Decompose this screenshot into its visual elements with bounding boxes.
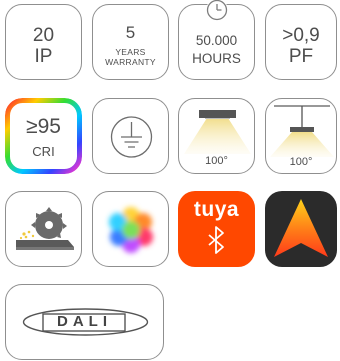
beam-angle-wide-value: 100° (205, 155, 228, 167)
warranty-label: WARRANTY (105, 57, 156, 67)
pf-unit: PF (288, 46, 314, 67)
dali-badge: DALI (5, 284, 164, 360)
circular-saw-icon (16, 207, 74, 250)
ip-unit: IP (34, 46, 53, 67)
cri-badge: ≥95 CRI (5, 98, 82, 174)
clock-icon (206, 0, 228, 21)
lifetime-hours-badge: 50.000 HOURS (178, 0, 255, 80)
warranty-badge: 5 YEARS WARRANTY (92, 4, 169, 80)
cut-to-size-badge (5, 191, 82, 267)
ground-badge (92, 98, 169, 174)
hours-value: 50.000 (195, 33, 238, 48)
ground-symbol-icon (110, 116, 153, 158)
ip-value: 20 (32, 25, 55, 46)
cri-value: ≥95 (26, 115, 61, 138)
ip-rating-badge: 20 IP (5, 4, 82, 80)
app-badge (265, 191, 337, 267)
beam-angle-pendant-value: 100° (289, 156, 313, 168)
beam-angle-wide-badge: 100° (178, 98, 255, 174)
warranty-years: YEARS (115, 47, 146, 57)
bluetooth-icon (208, 226, 224, 254)
app-logo-icon (274, 199, 328, 257)
power-factor-badge: >0,9 PF (265, 4, 337, 80)
rgb-color-badge (92, 191, 169, 267)
pf-value: >0,9 (282, 25, 320, 46)
beam-angle-pendant-badge: 100° (265, 98, 337, 174)
dali-text: DALI (57, 313, 112, 330)
tuya-bluetooth-badge: tuya (178, 191, 255, 267)
warranty-value: 5 (125, 23, 136, 42)
cri-unit: CRI (32, 144, 55, 159)
color-palette-icon (109, 207, 153, 253)
hours-unit: HOURS (192, 51, 241, 66)
